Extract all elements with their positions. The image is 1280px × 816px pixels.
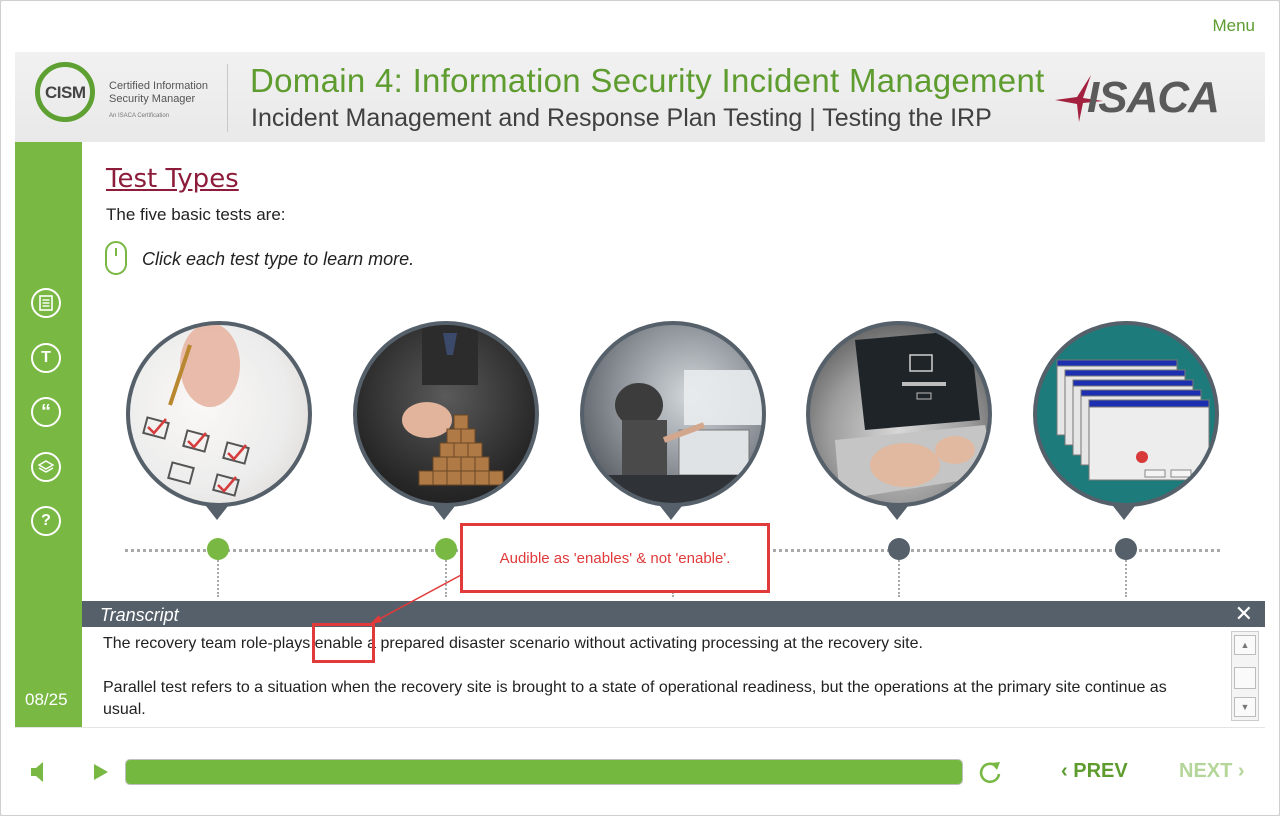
transcript-title: Transcript — [100, 605, 179, 625]
replay-icon[interactable] — [976, 759, 1004, 792]
slide-number: 08/25 — [25, 690, 68, 709]
isaca-logo-word: ISACA — [1087, 73, 1220, 122]
course-player: Menu CISM Certified Information Security… — [0, 0, 1280, 816]
transcript-header: Transcript ✕ — [82, 601, 1265, 627]
pointer-1 — [206, 506, 228, 520]
header: CISM Certified Information Security Mana… — [15, 52, 1265, 142]
notes-glyph — [39, 295, 53, 311]
text-icon[interactable]: T — [31, 343, 61, 373]
section-title: Test Types — [106, 164, 239, 194]
volume-glyph — [31, 762, 43, 782]
prev-button[interactable]: ‹ PREV — [1061, 760, 1128, 783]
layers-glyph — [38, 460, 54, 473]
test-type-1-image[interactable] — [126, 321, 312, 507]
transcript-paragraph-1: The recovery team role-plays enable a pr… — [103, 635, 923, 652]
timeline-node-5[interactable] — [1115, 538, 1137, 560]
annotation-highlight — [312, 623, 375, 663]
close-icon[interactable]: ✕ — [1235, 601, 1253, 627]
play-glyph — [94, 764, 108, 780]
menu-button[interactable]: Menu — [1212, 16, 1255, 36]
mouse-click-icon — [105, 241, 127, 275]
pointer-4 — [886, 506, 908, 520]
pointer-2 — [433, 506, 455, 520]
transcript-body: The recovery team role-plays enable a pr… — [82, 627, 1265, 727]
cism-logo-line2: Security Manager — [109, 93, 196, 105]
simulation-icon — [584, 370, 762, 503]
laptop-icon — [835, 330, 988, 500]
cism-logo: CISM Certified Information Security Mana… — [35, 62, 215, 132]
instruction-text: Click each test type to learn more. — [142, 249, 415, 269]
block-stacking-icon — [402, 325, 504, 486]
test-type-2-image[interactable] — [353, 321, 539, 507]
chevron-left-icon: ‹ — [1061, 760, 1068, 782]
scroll-down-icon[interactable]: ▼ — [1234, 697, 1256, 717]
footer-divider — [15, 727, 1265, 728]
cism-logo-line3: An ISACA Certification — [109, 113, 170, 119]
pointer-3 — [660, 506, 682, 520]
notes-icon[interactable] — [31, 288, 61, 318]
progress-fill — [126, 760, 962, 784]
timeline-tick-1 — [217, 557, 219, 597]
scroll-up-icon[interactable]: ▲ — [1234, 635, 1256, 655]
layers-icon[interactable] — [31, 452, 61, 482]
quote-icon[interactable]: “ — [31, 397, 61, 427]
test-type-5-image[interactable] — [1033, 321, 1219, 507]
timeline-node-2[interactable] — [435, 538, 457, 560]
pointer-5 — [1113, 506, 1135, 520]
timeline-node-1[interactable] — [207, 538, 229, 560]
play-icon[interactable] — [93, 763, 109, 786]
transcript-scrollbar[interactable]: ▲ ▼ — [1231, 631, 1259, 721]
volume-icon[interactable] — [29, 761, 49, 788]
timeline-node-4[interactable] — [888, 538, 910, 560]
replay-glyph — [979, 762, 1001, 784]
test-type-3-image[interactable] — [580, 321, 766, 507]
intro-text: The five basic tests are: — [106, 205, 286, 224]
progress-bar[interactable] — [125, 759, 963, 785]
scroll-thumb[interactable] — [1234, 667, 1256, 689]
timeline-tick-2 — [445, 557, 447, 597]
transcript-paragraph-2: Parallel test refers to a situation when… — [103, 679, 1167, 718]
next-label: NEXT — [1179, 760, 1233, 782]
test-type-4-image[interactable] — [806, 321, 992, 507]
prev-label: PREV — [1073, 760, 1128, 782]
cism-logo-line1: Certified Information — [109, 80, 209, 92]
error-windows-icon — [1056, 359, 1210, 481]
cism-logo-word: CISM — [45, 83, 86, 102]
page-subtitle: Incident Management and Response Plan Te… — [251, 104, 992, 132]
checklist-icon — [142, 325, 250, 497]
header-divider — [227, 64, 228, 132]
annotation-callout: Audible as 'enables' & not 'enable'. — [460, 523, 770, 593]
timeline-tick-5 — [1125, 557, 1127, 597]
sidebar: T “ ? 08/25 — [15, 142, 82, 728]
isaca-logo: ISACA — [1055, 70, 1235, 130]
page-title: Domain 4: Information Security Incident … — [250, 62, 1045, 99]
next-button[interactable]: NEXT › — [1179, 760, 1245, 783]
timeline-tick-4 — [898, 557, 900, 597]
chevron-right-icon: › — [1237, 760, 1245, 782]
help-icon[interactable]: ? — [31, 506, 61, 536]
